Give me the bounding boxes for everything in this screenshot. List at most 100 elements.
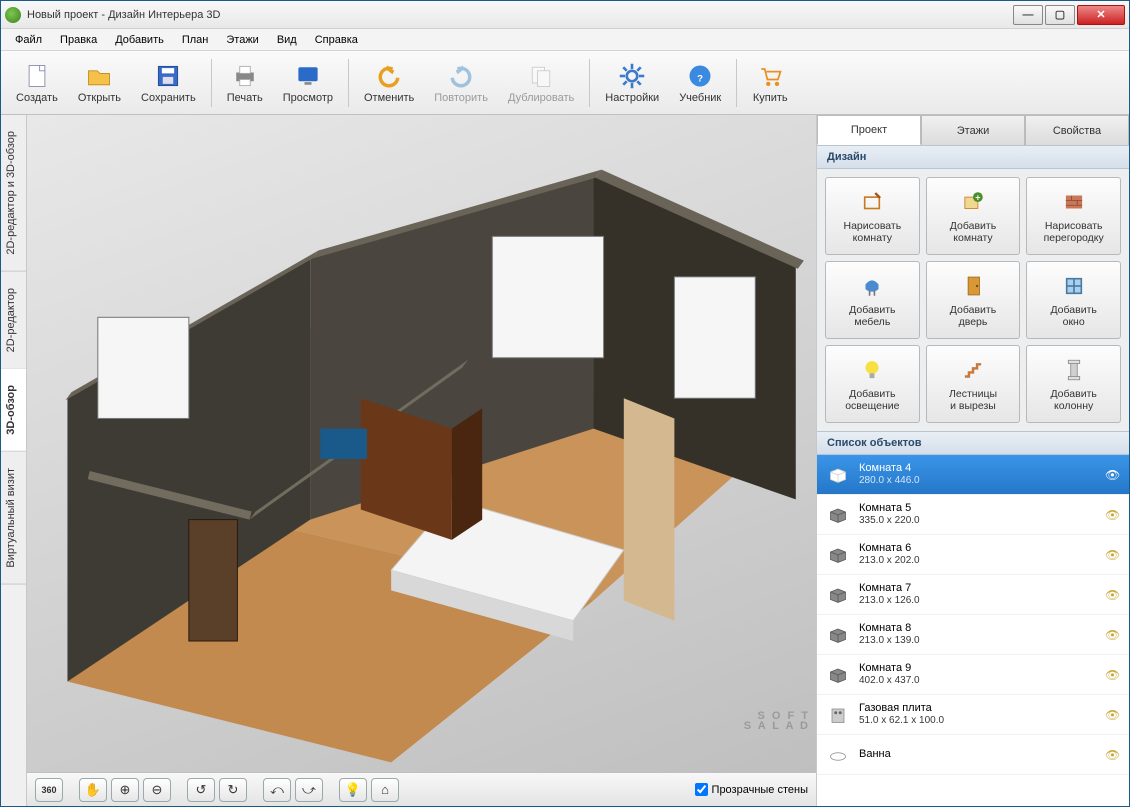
right-tab-Этажи[interactable]: Этажи bbox=[921, 115, 1025, 145]
toolbar-help-button[interactable]: ? Учебник bbox=[670, 55, 730, 111]
view-zoom-in-button[interactable]: ⊕ bbox=[111, 778, 139, 802]
right-tab-Проект[interactable]: Проект bbox=[817, 115, 921, 145]
minimize-button[interactable]: — bbox=[1013, 5, 1043, 25]
toolbar-label: Купить bbox=[753, 92, 788, 104]
visibility-icon[interactable]: 👁 bbox=[1105, 548, 1121, 562]
design-column-button[interactable]: Добавитьколонну bbox=[1026, 345, 1121, 423]
object-item[interactable]: Комната 7 213.0 x 126.0 👁 bbox=[817, 575, 1129, 615]
view-zoom-out-button[interactable]: ⊖ bbox=[143, 778, 171, 802]
toolbar-copy-button: Дублировать bbox=[499, 55, 583, 111]
design-window-button[interactable]: Добавитьокно bbox=[1026, 261, 1121, 339]
3d-view[interactable]: S O F TS A L A D bbox=[27, 115, 816, 772]
menu-Правка[interactable]: Правка bbox=[52, 31, 105, 49]
right-tab-Свойства[interactable]: Свойства bbox=[1025, 115, 1129, 145]
toolbar-separator bbox=[589, 59, 590, 107]
design-stairs-button[interactable]: Лестницыи вырезы bbox=[926, 345, 1021, 423]
object-item[interactable]: Комната 8 213.0 x 139.0 👁 bbox=[817, 615, 1129, 655]
object-dimensions: 213.0 x 202.0 bbox=[859, 555, 1097, 567]
view-rotate-left-button[interactable]: ↺ bbox=[187, 778, 215, 802]
bulb-icon bbox=[858, 356, 886, 384]
right-panel-tabs: ПроектЭтажиСвойства bbox=[817, 115, 1129, 145]
object-item[interactable]: Ванна 👁 bbox=[817, 735, 1129, 775]
right-panel: ПроектЭтажиСвойства Дизайн Нарисоватьком… bbox=[817, 115, 1129, 806]
menu-Этажи[interactable]: Этажи bbox=[218, 31, 266, 49]
visibility-icon[interactable]: 👁 bbox=[1105, 588, 1121, 602]
box-icon bbox=[825, 584, 851, 606]
chair-icon bbox=[858, 272, 886, 300]
maximize-button[interactable]: ▢ bbox=[1045, 5, 1075, 25]
design-bulb-button[interactable]: Добавитьосвещение bbox=[825, 345, 920, 423]
visibility-icon[interactable]: 👁 bbox=[1105, 508, 1121, 522]
viewport: S O F TS A L A D 360 ✋⊕⊖ ↺↻ ⤺⤻ 💡⌂ Прозрачные… bbox=[27, 115, 817, 806]
view-orbit-left-button[interactable]: ⤺ bbox=[263, 778, 291, 802]
visibility-icon[interactable]: 👁 bbox=[1105, 708, 1121, 722]
view-rotate-right-button[interactable]: ↻ bbox=[219, 778, 247, 802]
visibility-icon[interactable]: 👁 bbox=[1105, 748, 1121, 762]
menu-Файл[interactable]: Файл bbox=[7, 31, 50, 49]
objects-section-header: Список объектов bbox=[817, 431, 1129, 455]
view-light-button[interactable]: 💡 bbox=[339, 778, 367, 802]
view-home-button[interactable]: ⌂ bbox=[371, 778, 399, 802]
design-chair-button[interactable]: Добавитьмебель bbox=[825, 261, 920, 339]
toolbar-file-button[interactable]: Создать bbox=[7, 55, 67, 111]
toolbar-gear-button[interactable]: Настройки bbox=[596, 55, 668, 111]
toolbar-undo-button[interactable]: Отменить bbox=[355, 55, 423, 111]
toolbar-cart-button[interactable]: Купить bbox=[743, 55, 797, 111]
design-wall-button[interactable]: Нарисоватьперегородку bbox=[1026, 177, 1121, 255]
file-icon bbox=[23, 62, 51, 90]
view-tab-Виртуальный визит[interactable]: Виртуальный визит bbox=[1, 452, 26, 585]
toolbar-folder-button[interactable]: Открыть bbox=[69, 55, 130, 111]
object-dimensions: 335.0 x 220.0 bbox=[859, 515, 1097, 527]
view-hand-button[interactable]: ✋ bbox=[79, 778, 107, 802]
toolbar-label: Повторить bbox=[434, 92, 488, 104]
object-item[interactable]: Комната 9 402.0 x 437.0 👁 bbox=[817, 655, 1129, 695]
menu-Добавить[interactable]: Добавить bbox=[107, 31, 172, 49]
window-title: Новый проект - Дизайн Интерьера 3D bbox=[27, 9, 1011, 21]
object-item[interactable]: Газовая плита 51.0 x 62.1 x 100.0 👁 bbox=[817, 695, 1129, 735]
object-item[interactable]: Комната 4 280.0 x 446.0 👁 bbox=[817, 455, 1129, 495]
object-dimensions: 280.0 x 446.0 bbox=[859, 475, 1097, 487]
object-list[interactable]: Комната 4 280.0 x 446.0 👁 Комната 5 335.… bbox=[817, 455, 1129, 806]
gear-icon bbox=[618, 62, 646, 90]
visibility-icon[interactable]: 👁 bbox=[1105, 468, 1121, 482]
object-item[interactable]: Комната 5 335.0 x 220.0 👁 bbox=[817, 495, 1129, 535]
redo-icon bbox=[447, 62, 475, 90]
print-icon bbox=[231, 62, 259, 90]
toolbar-monitor-button[interactable]: Просмотр bbox=[274, 55, 342, 111]
object-item[interactable]: Комната 6 213.0 x 202.0 👁 bbox=[817, 535, 1129, 575]
window-icon bbox=[1060, 272, 1088, 300]
design-label: Лестницыи вырезы bbox=[949, 388, 997, 412]
svg-text:?: ? bbox=[697, 73, 703, 84]
design-label: Добавитькомнату bbox=[950, 220, 996, 244]
object-name: Комната 9 bbox=[859, 662, 1097, 675]
toolbar-print-button[interactable]: Печать bbox=[218, 55, 272, 111]
view-tab-3D-обзор[interactable]: 3D-обзор bbox=[1, 369, 26, 452]
menu-Справка[interactable]: Справка bbox=[307, 31, 366, 49]
view-tab-2D-редактор[interactable]: 2D-редактор bbox=[1, 272, 26, 369]
visibility-icon[interactable]: 👁 bbox=[1105, 628, 1121, 642]
design-draw-room-button[interactable]: Нарисоватькомнату bbox=[825, 177, 920, 255]
object-name: Комната 6 bbox=[859, 542, 1097, 555]
add-room-icon: + bbox=[959, 188, 987, 216]
toolbar-save-button[interactable]: Сохранить bbox=[132, 55, 205, 111]
close-button[interactable]: ✕ bbox=[1077, 5, 1125, 25]
toolbar-separator bbox=[211, 59, 212, 107]
design-add-room-button[interactable]: + Добавитькомнату bbox=[926, 177, 1021, 255]
view-360-button[interactable]: 360 bbox=[35, 778, 63, 802]
design-label: Добавитьдверь bbox=[950, 304, 996, 328]
toolbar-label: Сохранить bbox=[141, 92, 196, 104]
menu-План[interactable]: План bbox=[174, 31, 217, 49]
toolbar-label: Настройки bbox=[605, 92, 659, 104]
toolbar-label: Дублировать bbox=[508, 92, 574, 104]
left-view-tabs: 2D-редактор и 3D-обзор2D-редактор3D-обзо… bbox=[1, 115, 27, 806]
design-label: Добавитьколонну bbox=[1050, 388, 1096, 412]
view-orbit-right-button[interactable]: ⤻ bbox=[295, 778, 323, 802]
view-tab-2D-редактор и 3D-обзор[interactable]: 2D-редактор и 3D-обзор bbox=[1, 115, 26, 272]
object-dimensions: 402.0 x 437.0 bbox=[859, 675, 1097, 687]
toolbar-label: Учебник bbox=[679, 92, 721, 104]
design-door-button[interactable]: Добавитьдверь bbox=[926, 261, 1021, 339]
transparent-walls-checkbox[interactable]: Прозрачные стены bbox=[695, 783, 808, 796]
menu-Вид[interactable]: Вид bbox=[269, 31, 305, 49]
visibility-icon[interactable]: 👁 bbox=[1105, 668, 1121, 682]
main-toolbar: СоздатьОткрыть Сохранить ПечатьПросмотрОтм… bbox=[1, 51, 1129, 115]
